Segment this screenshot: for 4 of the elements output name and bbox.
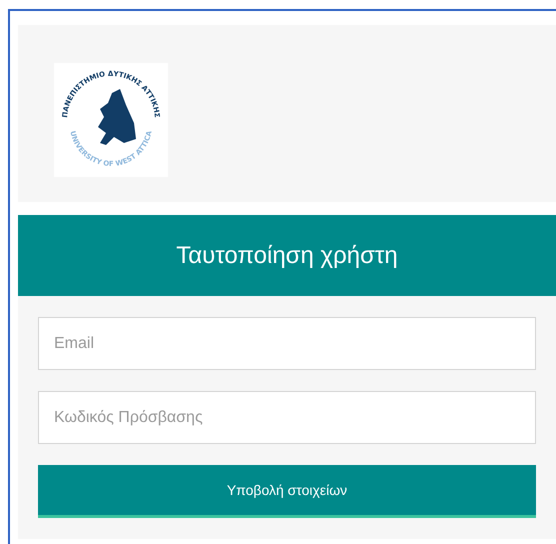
- input-field[interactable]: Email: [38, 317, 536, 370]
- submit-button[interactable]: Υποβολή στοιχείων: [38, 465, 536, 518]
- input-field[interactable]: Κωδικός Πρόσβασης: [38, 391, 536, 444]
- login-title: Ταυτοποίηση χρήστη: [176, 242, 398, 270]
